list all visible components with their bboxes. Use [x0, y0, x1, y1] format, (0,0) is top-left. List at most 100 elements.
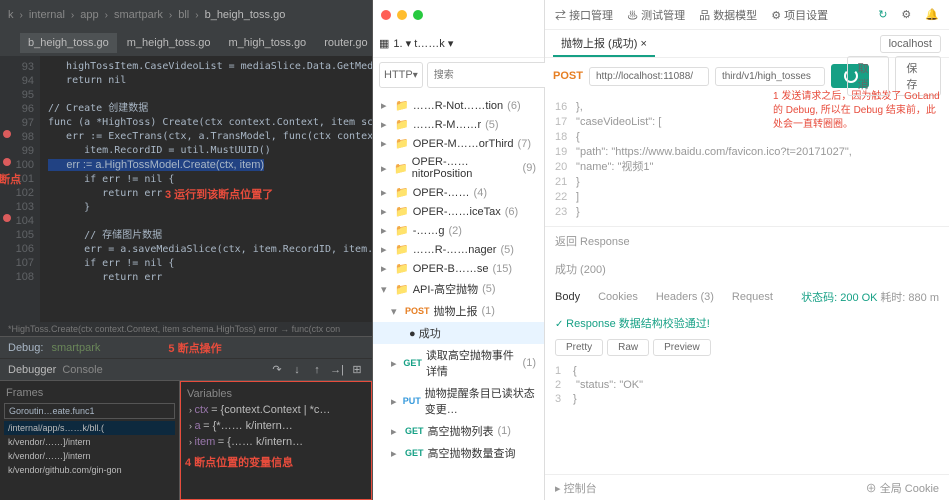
cookie-toggle[interactable]: ⊕ 全局 Cookie [866, 480, 939, 496]
window-controls [373, 0, 544, 30]
url-input[interactable] [589, 67, 709, 86]
debug-panel: Frames Goroutin…eate.func1 /internal/app… [0, 380, 372, 500]
tree-row[interactable]: ▸📁OPER-……iceTax(6) [373, 202, 544, 221]
validation-ok: ✓ Response 数据结构校验通过! [545, 311, 949, 335]
search-bar: HTTP ▾ + [373, 58, 544, 92]
tree-row[interactable]: ● 成功 [373, 322, 544, 344]
resp-tab[interactable]: Headers (3) [656, 291, 714, 303]
crumb[interactable]: app [80, 9, 98, 21]
code-editor[interactable]: 9394959697989910010110210310410510610710… [0, 56, 372, 322]
resp-tab[interactable]: Cookies [598, 291, 638, 303]
gutter[interactable]: 9394959697989910010110210310410510610710… [0, 56, 40, 322]
path-input[interactable] [715, 67, 825, 86]
editor-tab[interactable]: m_high_toss.go [221, 33, 315, 53]
tree-row[interactable]: ▸PUT抛物提醒条目已读状态变更… [373, 382, 544, 420]
variable-row[interactable]: › item = {…… k/intern… [185, 434, 367, 450]
debug-toolbar: Debugger Console ↷ ↓ ↑ →| ⊞ [0, 358, 372, 380]
variable-row[interactable]: › ctx = {context.Context | *c… [185, 402, 367, 418]
tree-row[interactable]: ▸📁……R-M……r(5) [373, 115, 544, 134]
crumb[interactable]: k [8, 9, 14, 21]
breakpoint-icon[interactable] [3, 214, 11, 222]
nav-tab[interactable]: 品 数据模型 [699, 7, 757, 23]
debug-header: Debug: smartpark 5 断点操作 [0, 336, 372, 358]
bell-icon[interactable]: 🔔 [925, 8, 939, 21]
step-into-icon[interactable]: ↓ [290, 363, 304, 377]
breakpoint-icon[interactable] [3, 158, 11, 166]
step-out-icon[interactable]: ↑ [310, 363, 324, 377]
annotation: 1 发送请求之后，因为触发了 GoLand 的 Debug, 所以在 Debug… [773, 90, 943, 132]
tree-row[interactable]: ▸📁……R-……nager(5) [373, 240, 544, 259]
max-dot[interactable] [413, 10, 423, 20]
crumb[interactable]: smartpark [114, 9, 163, 21]
variable-row[interactable]: › a = {*…… k/intern… [185, 418, 367, 434]
annotation: 2 断点 [0, 171, 21, 187]
env-selector[interactable]: localhost [880, 35, 941, 53]
response-body[interactable]: 1{2 "status": "OK"3} [545, 360, 949, 410]
run-to-cursor-icon[interactable]: →| [330, 363, 344, 377]
grid-icon: ▦ [379, 37, 389, 50]
frame-row[interactable]: k/vendor/github.com/gin-gon [4, 463, 175, 477]
cancel-button[interactable]: 取消 [847, 56, 890, 96]
evaluate-icon[interactable]: ⊞ [350, 363, 364, 377]
tree-row[interactable]: ▸GET高空抛物列表(1) [373, 420, 544, 442]
sync-icon[interactable]: ↻ [878, 8, 887, 21]
view-tab[interactable]: Pretty [555, 339, 603, 356]
frame-row[interactable]: /internal/app/s……k/bll.( [4, 421, 175, 435]
response-status: 成功 (200) [545, 255, 949, 283]
http-filter[interactable]: HTTP ▾ [379, 62, 423, 88]
request-bar: POST 取消 保 存 [545, 58, 949, 94]
crumb[interactable]: internal [29, 9, 65, 21]
debug-project: smartpark [51, 342, 100, 354]
code-hint: *HighToss.Create(ctx context.Context, it… [0, 322, 372, 336]
project-selector[interactable]: ▦ 1. ▾ t……k ▾ [373, 30, 544, 58]
breakpoint-icon[interactable] [3, 130, 11, 138]
console-tab[interactable]: Console [62, 364, 102, 376]
tree-row[interactable]: ▸📁……R-Not……tion(6) [373, 96, 544, 115]
response-header: 返回 Response [545, 227, 949, 255]
request-tabs: 抛物上报 (成功) × localhost [545, 30, 949, 58]
tree-row[interactable]: ▸GET读取高空抛物事件详情(1) [373, 344, 544, 382]
editor-tab[interactable]: m_heigh_toss.go [119, 33, 219, 53]
footer: ▸ 控制台 ⊕ 全局 Cookie [545, 474, 949, 500]
resp-tab[interactable]: Request [732, 291, 773, 303]
debugger-tab[interactable]: Debugger [8, 364, 56, 376]
nav-tab[interactable]: ⇄ 接口管理 [555, 7, 613, 23]
method-label[interactable]: POST [553, 70, 583, 82]
editor-tabs: b_heigh_toss.go m_heigh_toss.go m_high_t… [0, 30, 372, 56]
tree-row[interactable]: ▸📁-……g(2) [373, 221, 544, 240]
view-tab[interactable]: Raw [607, 339, 649, 356]
status-code: 状态码: 200 OK 耗时: 880 m [801, 289, 939, 305]
crumb-file[interactable]: b_heigh_toss.go [205, 9, 286, 21]
api-tree: ▸📁……R-Not……tion(6)▸📁……R-M……r(5)▸📁OPER-M…… [373, 92, 544, 500]
editor-tab[interactable]: router.go [316, 33, 372, 53]
view-tabs: Pretty Raw Preview [545, 335, 949, 360]
tree-row[interactable]: ▸GET高空抛物数量查询 [373, 442, 544, 464]
annotation: 5 断点操作 [168, 340, 221, 356]
view-tab[interactable]: Preview [653, 339, 711, 356]
tree-row[interactable]: ▸📁OPER-M……orThird(7) [373, 134, 544, 153]
settings-icon[interactable]: ⚙ [901, 8, 911, 21]
close-dot[interactable] [381, 10, 391, 20]
tree-row[interactable]: ▸📁OPER-B……se(15) [373, 259, 544, 278]
tree-row[interactable]: ▾POST抛物上报(1) [373, 300, 544, 322]
frames-title: Frames [4, 385, 175, 401]
step-over-icon[interactable]: ↷ [270, 363, 284, 377]
breadcrumb-bar: k› internal› app› smartpark› bll› b_heig… [0, 0, 372, 30]
frame-row[interactable]: k/vendor/……]/intern [4, 449, 175, 463]
api-detail: ⇄ 接口管理 ♨ 测试管理 品 数据模型 ⚙ 项目设置 ↻ ⚙ 🔔 抛物上报 (… [545, 0, 949, 500]
crumb[interactable]: bll [178, 9, 189, 21]
goroutine-selector[interactable]: Goroutin…eate.func1 [4, 403, 175, 419]
tree-row[interactable]: ▸📁OPER-……nitorPosition(9) [373, 153, 544, 183]
annotation: 3 运行到该断点位置了 [165, 186, 273, 202]
resp-tab[interactable]: Body [555, 291, 580, 303]
editor-tab[interactable]: b_heigh_toss.go [20, 33, 117, 53]
console-toggle[interactable]: ▸ 控制台 [555, 480, 597, 496]
min-dot[interactable] [397, 10, 407, 20]
variables-title: Variables [185, 386, 367, 402]
frame-row[interactable]: k/vendor/……]/intern [4, 435, 175, 449]
tree-row[interactable]: ▾📁API-高空抛物(5) [373, 278, 544, 300]
request-tab[interactable]: 抛物上报 (成功) × [553, 31, 655, 57]
nav-tab[interactable]: ⚙ 项目设置 [771, 7, 828, 23]
tree-row[interactable]: ▸📁OPER-……(4) [373, 183, 544, 202]
nav-tab[interactable]: ♨ 测试管理 [627, 7, 685, 23]
